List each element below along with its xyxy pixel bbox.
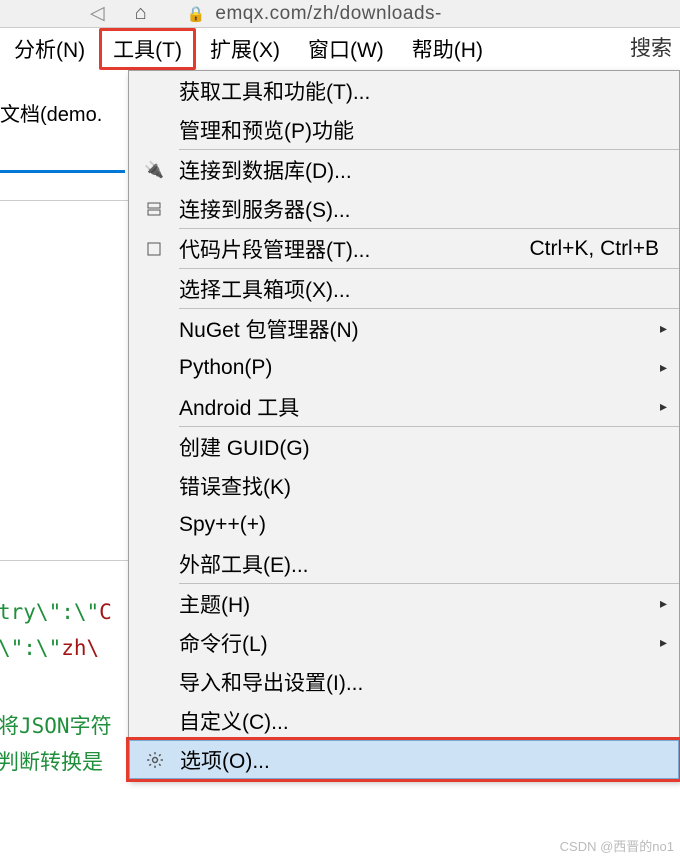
menu-connect-server[interactable]: 连接到服务器(S)... <box>129 189 679 228</box>
menu-spy[interactable]: Spy++(+) <box>129 505 679 544</box>
divider <box>0 200 130 201</box>
menu-options[interactable]: 选项(O)... <box>129 740 679 779</box>
code-comment: 判断转换是 <box>0 746 103 776</box>
divider <box>0 560 130 561</box>
document-tab[interactable]: 文档(demo. <box>0 98 102 127</box>
menu-tools[interactable]: 工具(T) <box>99 28 196 70</box>
menu-window[interactable]: 窗口(W) <box>294 28 398 70</box>
browser-address-bar: ◁ ⌂ 🔒 emqx.com/zh/downloads- <box>0 0 680 28</box>
menu-connect-database[interactable]: 🔌连接到数据库(D)... <box>129 150 679 189</box>
menu-customize[interactable]: 自定义(C)... <box>129 701 679 740</box>
home-icon[interactable]: ⌂ <box>135 2 147 25</box>
menu-analysis[interactable]: 分析(N) <box>0 28 99 70</box>
tools-dropdown-menu: 获取工具和功能(T)... 管理和预览(P)功能 🔌连接到数据库(D)... 连… <box>128 70 680 780</box>
database-icon: 🔌 <box>129 160 179 180</box>
back-icon[interactable]: ◁ <box>90 2 105 25</box>
menu-error-lookup[interactable]: 错误查找(K) <box>129 466 679 505</box>
code-comment: 将JSON字符 <box>0 710 112 740</box>
code-line: \":\"zh\ <box>0 636 99 660</box>
menu-choose-toolbox[interactable]: 选择工具箱项(X)... <box>129 269 679 308</box>
menu-help[interactable]: 帮助(H) <box>398 28 497 70</box>
shortcut-text: Ctrl+K, Ctrl+B <box>529 237 679 261</box>
menubar: 分析(N) 工具(T) 扩展(X) 窗口(W) 帮助(H) 搜索 <box>0 28 680 70</box>
menu-import-export[interactable]: 导入和导出设置(I)... <box>129 662 679 701</box>
lock-icon: 🔒 <box>187 5 206 23</box>
tab-underline <box>0 170 125 173</box>
menu-extensions[interactable]: 扩展(X) <box>196 28 294 70</box>
menu-android[interactable]: Android 工具 <box>129 387 679 426</box>
server-icon <box>129 201 179 217</box>
menu-theme[interactable]: 主题(H) <box>129 584 679 623</box>
gear-icon <box>130 751 180 769</box>
url-text: emqx.com/zh/downloads- <box>215 3 441 25</box>
menu-code-snippets[interactable]: 代码片段管理器(T)...Ctrl+K, Ctrl+B <box>129 229 679 268</box>
code-line: try\":\"C <box>0 600 112 624</box>
search-input[interactable]: 搜索 <box>622 28 680 70</box>
menu-nuget[interactable]: NuGet 包管理器(N) <box>129 309 679 348</box>
menu-python[interactable]: Python(P) <box>129 348 679 387</box>
menu-create-guid[interactable]: 创建 GUID(G) <box>129 427 679 466</box>
snippet-icon <box>129 242 179 256</box>
menu-manage-preview[interactable]: 管理和预览(P)功能 <box>129 110 679 149</box>
watermark: CSDN @西晋的no1 <box>560 836 674 855</box>
menu-external-tools[interactable]: 外部工具(E)... <box>129 544 679 583</box>
menu-get-tools[interactable]: 获取工具和功能(T)... <box>129 71 679 110</box>
menu-command-line[interactable]: 命令行(L) <box>129 623 679 662</box>
